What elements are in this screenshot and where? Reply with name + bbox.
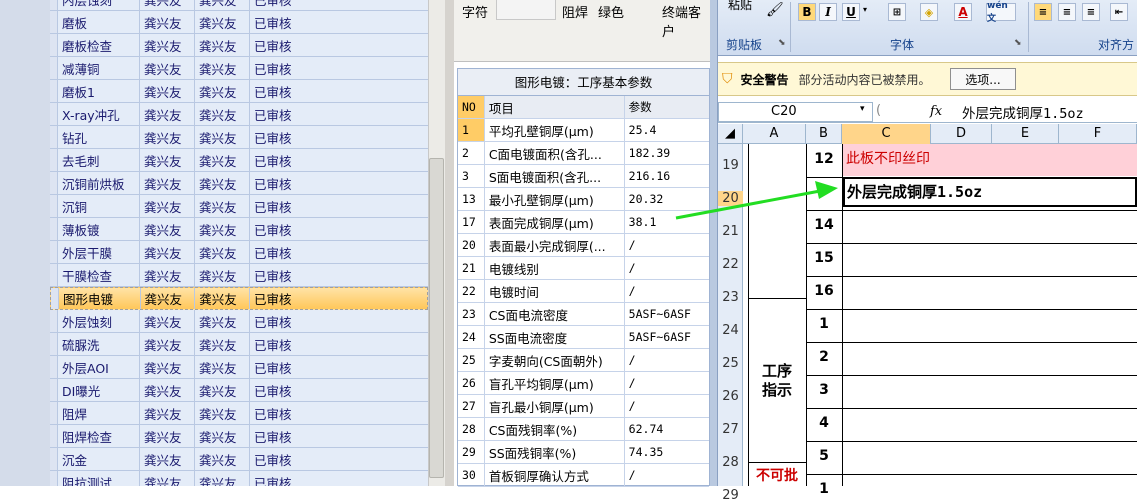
annotation-arrow xyxy=(675,181,838,220)
row-header[interactable]: 29 xyxy=(718,488,743,503)
